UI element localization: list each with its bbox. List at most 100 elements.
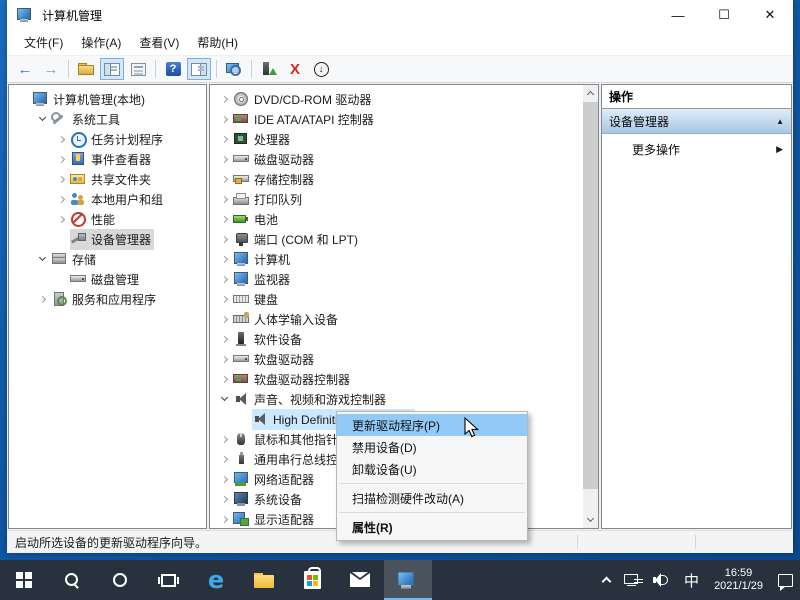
item-body[interactable]: 共享文件夹 <box>70 169 154 190</box>
chevron-expanded-icon[interactable] <box>216 398 233 400</box>
chevron-collapsed-icon[interactable] <box>216 177 233 182</box>
store-taskbar-button[interactable] <box>288 560 336 600</box>
tree-item[interactable]: 存储控制器 <box>210 169 582 189</box>
tree-item[interactable]: 事件查看器 <box>9 149 206 169</box>
tree-item[interactable]: 任务计划程序 <box>9 129 206 149</box>
tree-item[interactable]: 键盘 <box>210 289 582 309</box>
tree-item[interactable]: 打印队列 <box>210 189 582 209</box>
chevron-collapsed-icon[interactable] <box>53 177 70 182</box>
context-menu-item[interactable]: 卸载设备(U) <box>337 458 527 480</box>
chevron-collapsed-icon[interactable] <box>216 457 233 462</box>
start-taskbar-button[interactable] <box>0 560 48 600</box>
item-body[interactable]: DVD/CD-ROM 驱动器 <box>233 89 374 110</box>
tree-item[interactable]: 声音、视频和游戏控制器 <box>210 389 582 409</box>
actions-section-device-manager[interactable]: 设备管理器 ▲ <box>602 109 791 134</box>
update-driver-button[interactable] <box>257 58 281 80</box>
task-view-taskbar-button[interactable] <box>144 560 192 600</box>
item-body[interactable]: 软件设备 <box>233 329 305 350</box>
item-body[interactable]: 电池 <box>233 209 281 230</box>
chevron-collapsed-icon[interactable] <box>216 197 233 202</box>
tree-item[interactable]: 软盘驱动器控制器 <box>210 369 582 389</box>
show-action-pane-button[interactable] <box>187 58 211 80</box>
item-body[interactable]: 打印队列 <box>233 189 305 210</box>
item-body[interactable]: 处理器 <box>233 129 293 150</box>
item-body[interactable]: 键盘 <box>233 289 281 310</box>
chevron-collapsed-icon[interactable] <box>216 477 233 482</box>
folder-up-button[interactable] <box>74 58 98 80</box>
chevron-collapsed-icon[interactable] <box>216 257 233 262</box>
tree-item[interactable]: 人体学输入设备 <box>210 309 582 329</box>
chevron-collapsed-icon[interactable] <box>216 117 233 122</box>
item-body[interactable]: 服务和应用程序 <box>51 289 159 310</box>
item-body[interactable]: 磁盘管理 <box>70 269 142 290</box>
scroll-down-icon[interactable] <box>583 512 598 528</box>
chevron-collapsed-icon[interactable] <box>53 157 70 162</box>
back-button[interactable]: ← <box>13 58 37 80</box>
scroll-up-icon[interactable] <box>583 85 598 101</box>
chevron-collapsed-icon[interactable] <box>216 97 233 102</box>
edge-taskbar-button[interactable]: e <box>192 560 240 600</box>
item-body[interactable]: 系统工具 <box>51 109 123 130</box>
scrollbar-thumb[interactable] <box>583 102 598 489</box>
chevron-collapsed-icon[interactable] <box>216 357 233 362</box>
chevron-collapsed-icon[interactable] <box>216 337 233 342</box>
menu-item-2[interactable]: 查看(V) <box>130 30 188 55</box>
tree-item[interactable]: IDE ATA/ATAPI 控制器 <box>210 109 582 129</box>
tree-item[interactable]: 性能 <box>9 209 206 229</box>
chevron-collapsed-icon[interactable] <box>216 437 233 442</box>
chevron-collapsed-icon[interactable] <box>216 277 233 282</box>
tree-item[interactable]: 设备管理器 <box>9 229 206 249</box>
chevron-collapsed-icon[interactable] <box>216 237 233 242</box>
item-body[interactable]: 显示适配器 <box>233 509 317 530</box>
close-button[interactable]: ✕ <box>747 0 793 30</box>
taskbar-clock[interactable]: 16:59 2021/1/29 <box>706 560 771 600</box>
forward-button[interactable]: → <box>39 58 63 80</box>
disable-device-button[interactable]: ↓ <box>309 58 333 80</box>
chevron-collapsed-icon[interactable] <box>216 157 233 162</box>
tree-item[interactable]: 软件设备 <box>210 329 582 349</box>
maximize-button[interactable]: ☐ <box>701 0 747 30</box>
tree-item[interactable]: DVD/CD-ROM 驱动器 <box>210 89 582 109</box>
context-menu-item[interactable]: 属性(R) <box>337 516 527 538</box>
item-body[interactable]: 存储 <box>51 249 99 270</box>
chevron-expanded-icon[interactable] <box>34 258 51 260</box>
minimize-button[interactable]: — <box>655 0 701 30</box>
item-body[interactable]: 存储控制器 <box>233 169 317 190</box>
chevron-expanded-icon[interactable] <box>34 118 51 120</box>
uninstall-device-button[interactable]: X <box>283 58 307 80</box>
chevron-collapsed-icon[interactable] <box>53 217 70 222</box>
chevron-collapsed-icon[interactable] <box>216 217 233 222</box>
menu-item-3[interactable]: 帮助(H) <box>188 30 247 55</box>
item-body[interactable]: 计算机管理(本地) <box>32 89 148 110</box>
item-body[interactable]: 系统设备 <box>233 489 305 510</box>
item-body[interactable]: 网络适配器 <box>233 469 317 490</box>
network-tray-button[interactable] <box>617 560 646 600</box>
chevron-collapsed-icon[interactable] <box>216 317 233 322</box>
vertical-scrollbar[interactable] <box>583 85 598 528</box>
volume-tray-button[interactable] <box>646 560 677 600</box>
context-menu-item[interactable]: 更新驱动程序(P) <box>337 414 527 436</box>
action-center-button[interactable] <box>771 560 800 600</box>
item-body[interactable]: 任务计划程序 <box>70 129 166 150</box>
scan-hardware-changes-button[interactable] <box>222 58 246 80</box>
tree-item[interactable]: 本地用户和组 <box>9 189 206 209</box>
tree-item[interactable]: 存储 <box>9 249 206 269</box>
item-body[interactable]: 监视器 <box>233 269 293 290</box>
tree-item[interactable]: 共享文件夹 <box>9 169 206 189</box>
item-body[interactable]: 声音、视频和游戏控制器 <box>233 389 389 410</box>
tree-item[interactable]: 电池 <box>210 209 582 229</box>
chevron-collapsed-icon[interactable] <box>53 197 70 202</box>
chevron-collapsed-icon[interactable] <box>216 137 233 142</box>
more-actions-item[interactable]: 更多操作 ▶ <box>602 134 791 164</box>
item-body[interactable]: 软盘驱动器控制器 <box>233 369 353 390</box>
tree-item[interactable]: 服务和应用程序 <box>9 289 206 309</box>
mail-taskbar-button[interactable] <box>336 560 384 600</box>
tree-item[interactable]: 磁盘驱动器 <box>210 149 582 169</box>
properties-button[interactable] <box>126 58 150 80</box>
chevron-collapsed-icon[interactable] <box>216 517 233 522</box>
item-body[interactable]: 人体学输入设备 <box>233 309 341 330</box>
computer-management-taskbar-button[interactable] <box>384 560 432 600</box>
cortana-taskbar-button[interactable] <box>96 560 144 600</box>
ime-tray-button[interactable]: 中 <box>677 560 706 600</box>
context-menu-item[interactable]: 禁用设备(D) <box>337 436 527 458</box>
